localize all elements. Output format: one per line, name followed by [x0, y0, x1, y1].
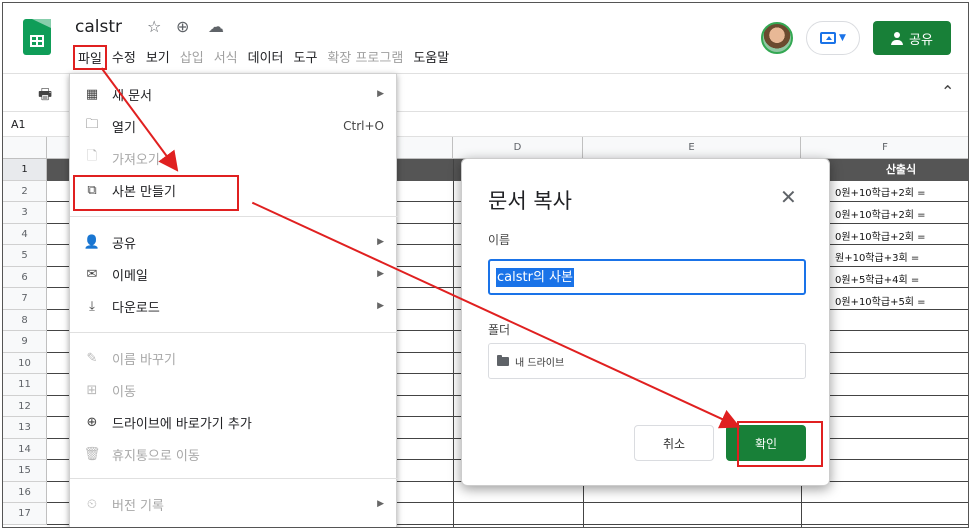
menu-item-email[interactable]: ✉ 이메일 ▶ — [70, 258, 398, 290]
menu-item-add-shortcut[interactable]: ⊕ 드라이브에 바로가기 추가 — [70, 406, 398, 438]
trash-icon: 🗑 — [83, 446, 101, 462]
column-header-f[interactable]: F — [801, 137, 968, 159]
name-input-value: calstr의 사본 — [496, 268, 574, 287]
cell-f7[interactable]: 0원+10학급+5회 = — [833, 292, 968, 313]
menu-insert[interactable]: 삽입 — [175, 45, 209, 70]
file-menu: ▦ 새 문서 ▶ 🗀 열기 Ctrl+O 🗋 가져오기 ⧉ 사본 만들기 👤 공… — [69, 73, 398, 527]
cell-f6[interactable]: 0원+5학급+4회 = — [833, 270, 968, 291]
row-header[interactable]: 8 — [3, 309, 47, 331]
menu-data[interactable]: 데이터 — [243, 45, 289, 70]
menu-item-download[interactable]: ⤓ 다운로드 ▶ — [70, 290, 398, 322]
menu-divider — [70, 478, 398, 479]
menu-edit[interactable]: 수정 — [107, 45, 141, 70]
cloud-status-icon[interactable]: ☁ — [208, 17, 224, 36]
download-icon: ⤓ — [89, 298, 95, 314]
cell-f4[interactable]: 0원+10학급+2회 = — [833, 227, 968, 248]
shortcut-label: Ctrl+O — [343, 119, 384, 133]
new-sheet-icon: ▦ — [85, 86, 99, 102]
share-person-icon: 👤 — [83, 234, 101, 250]
present-button[interactable]: ▼ — [806, 21, 860, 55]
submenu-arrow-icon: ▶ — [377, 89, 384, 99]
row-header[interactable]: 9 — [3, 331, 47, 353]
name-box[interactable]: A1 — [11, 118, 26, 131]
column-header-d[interactable]: D — [453, 137, 583, 159]
chevron-down-icon: ▼ — [839, 33, 846, 43]
folder-icon — [497, 354, 509, 366]
name-field-label: 이름 — [488, 233, 511, 247]
menu-extensions[interactable]: 확장 프로그램 — [322, 45, 408, 70]
row-header[interactable]: 14 — [3, 438, 47, 460]
row-header[interactable]: 4 — [3, 223, 47, 245]
email-icon: ✉ — [86, 266, 98, 282]
screenshot-frame: calstr ☆ ⊕ ☁ 파일 수정 보기 삽입 서식 데이터 도구 확장 프로… — [2, 2, 969, 528]
row-header[interactable]: 16 — [3, 481, 47, 503]
annotation-box-make-copy — [73, 175, 239, 211]
dialog-title: 문서 복사 — [488, 189, 572, 213]
share-button[interactable]: 공유 — [873, 21, 951, 55]
menu-divider — [70, 332, 398, 333]
row-header[interactable]: 12 — [3, 395, 47, 417]
move-folder-icon: ⊞ — [86, 382, 98, 398]
submenu-arrow-icon: ▶ — [377, 237, 384, 247]
submenu-arrow-icon: ▶ — [377, 301, 384, 311]
table-header-f: 산출식 — [885, 163, 917, 176]
menu-tools[interactable]: 도구 — [289, 45, 323, 70]
present-icon — [820, 32, 837, 44]
row-header[interactable]: 3 — [3, 202, 47, 224]
lock-person-icon — [891, 31, 904, 45]
close-icon[interactable]: ✕ — [780, 185, 797, 209]
submenu-arrow-icon: ▶ — [377, 499, 384, 509]
menu-divider — [70, 216, 398, 217]
import-icon: 🗋 — [86, 149, 98, 164]
drive-move-icon[interactable]: ⊕ — [176, 17, 189, 36]
cell-f3[interactable]: 0원+10학급+2회 = — [833, 205, 968, 226]
folder-field-label: 폴더 — [488, 323, 511, 337]
cancel-button[interactable]: 취소 — [634, 425, 714, 461]
menu-item-trash[interactable]: 🗑 휴지통으로 이동 — [70, 438, 398, 470]
drive-shortcut-icon: ⊕ — [86, 414, 98, 430]
menu-view[interactable]: 보기 — [141, 45, 175, 70]
share-button-label: 공유 — [909, 32, 933, 48]
menu-item-rename[interactable]: ✎ 이름 바꾸기 — [70, 342, 398, 374]
sheets-logo-icon[interactable] — [23, 19, 51, 55]
menu-item-share[interactable]: 👤 공유 ▶ — [70, 226, 398, 258]
row-header[interactable]: 13 — [3, 417, 47, 439]
submenu-arrow-icon: ▶ — [377, 269, 384, 279]
select-all-corner[interactable] — [3, 137, 47, 159]
row-header[interactable]: 11 — [3, 374, 47, 396]
folder-picker[interactable]: 내 드라이브 — [488, 343, 806, 379]
document-title[interactable]: calstr — [75, 17, 122, 37]
row-header[interactable]: 15 — [3, 460, 47, 482]
column-divider — [453, 159, 454, 527]
row-header[interactable]: 6 — [3, 266, 47, 288]
rename-icon: ✎ — [86, 350, 98, 366]
row-header[interactable]: 5 — [3, 245, 47, 267]
cell-f2[interactable]: 0원+10학급+2회 = — [833, 183, 968, 204]
name-input[interactable]: calstr의 사본 — [488, 259, 806, 295]
menu-file[interactable]: 파일 — [73, 45, 107, 70]
folder-value: 내 드라이브 — [515, 357, 565, 369]
cell-f5[interactable]: 원+10학급+3회 = — [833, 248, 968, 269]
print-icon[interactable]: 🖶 — [38, 84, 52, 109]
menu-help[interactable]: 도움말 — [408, 45, 454, 70]
menu-item-import[interactable]: 🗋 가져오기 — [70, 142, 398, 174]
menu-format[interactable]: 서식 — [209, 45, 243, 70]
menu-item-move[interactable]: ⊞ 이동 — [70, 374, 398, 406]
menu-item-version-history[interactable]: ⏲ 버전 기록 ▶ — [70, 488, 398, 520]
menu-bar: 파일 수정 보기 삽입 서식 데이터 도구 확장 프로그램 도움말 — [73, 45, 454, 70]
menu-item-open[interactable]: 🗀 열기 Ctrl+O — [70, 110, 398, 142]
row-header[interactable]: 2 — [3, 180, 47, 202]
star-icon[interactable]: ☆ — [147, 17, 161, 36]
column-header-e[interactable]: E — [583, 137, 801, 159]
history-icon: ⏲ — [86, 496, 98, 512]
chevron-up-icon[interactable]: ⌃ — [941, 82, 954, 101]
folder-open-icon: 🗀 — [85, 117, 99, 132]
row-header[interactable]: 17 — [3, 503, 47, 525]
row-header[interactable]: 7 — [3, 288, 47, 310]
row-header[interactable]: 1 — [3, 159, 47, 181]
avatar[interactable] — [761, 22, 793, 54]
menu-item-new[interactable]: ▦ 새 문서 ▶ — [70, 78, 398, 110]
row-header[interactable]: 10 — [3, 352, 47, 374]
annotation-box-ok — [737, 421, 823, 467]
